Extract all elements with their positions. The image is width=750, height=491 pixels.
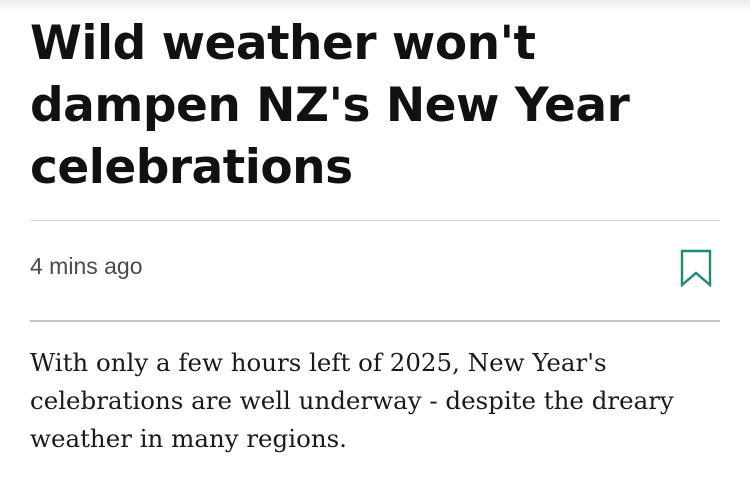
article-headline[interactable]: Wild weather won't dampen NZ's New Year … xyxy=(30,0,720,199)
article-timestamp: 4 mins ago xyxy=(30,253,143,279)
article-header: Wild weather won't dampen NZ's New Year … xyxy=(30,0,720,453)
bookmark-button[interactable] xyxy=(680,249,712,288)
article-summary: With only a few hours left of 2025, New … xyxy=(30,348,674,453)
article-meta-row: 4 mins ago xyxy=(30,221,720,320)
bookmark-icon xyxy=(680,249,712,288)
divider-bottom xyxy=(30,320,720,322)
